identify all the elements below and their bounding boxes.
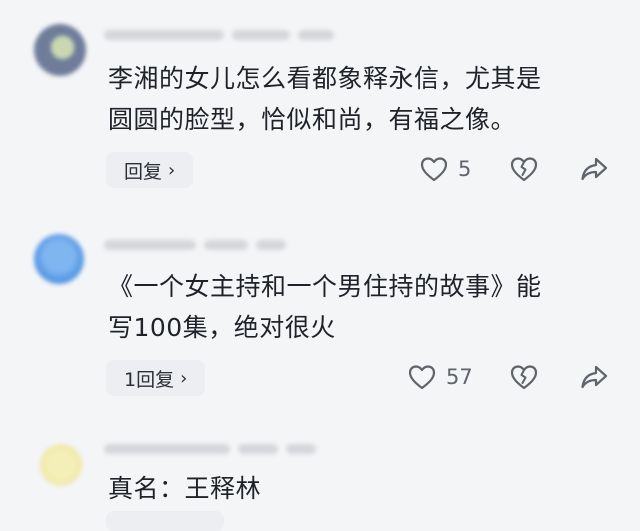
like-button[interactable]: 5	[420, 156, 471, 182]
comment-text-line: 圆圆的脸型，恰似和尚，有福之像。	[108, 105, 517, 134]
comment-meta-blurred	[104, 28, 334, 42]
comment-text-line: 李湘的女儿怎么看都象释永信，尤其是	[108, 64, 542, 93]
reply-label: 回复	[124, 160, 163, 183]
reply-label: 1回复	[124, 368, 175, 391]
avatar[interactable]	[40, 444, 82, 486]
avatar[interactable]	[34, 234, 84, 284]
reply-button-partial[interactable]	[106, 511, 224, 531]
comment-item: 李湘的女儿怎么看都象释永信，尤其是 圆圆的脸型，恰似和尚，有福之像。 回复 › …	[0, 0, 640, 200]
comment-text-line: 《一个女主持和一个男住持的故事》能	[108, 272, 542, 301]
like-count: 57	[446, 365, 473, 389]
avatar[interactable]	[34, 24, 86, 76]
heart-outline-icon	[420, 157, 448, 182]
chevron-right-icon: ›	[180, 367, 188, 389]
reply-button[interactable]: 1回复 ›	[106, 360, 206, 396]
like-count: 5	[458, 157, 472, 181]
comment-text-line: 真名：王释林	[108, 474, 262, 503]
comment-item: 《一个女主持和一个男住持的故事》能 写100集，绝对很火 1回复 › 57	[0, 214, 640, 414]
comment-text: 李湘的女儿怎么看都象释永信，尤其是 圆圆的脸型，恰似和尚，有福之像。	[108, 58, 618, 140]
comment-item: 真名：王释林	[0, 428, 640, 527]
comment-text: 真名：王释林	[108, 468, 618, 509]
like-button[interactable]: 57	[408, 364, 473, 390]
share-button[interactable]	[580, 156, 608, 182]
comment-meta-blurred	[104, 442, 316, 456]
share-arrow-icon	[581, 157, 608, 181]
chevron-right-icon: ›	[168, 159, 176, 181]
comment-text: 《一个女主持和一个男住持的故事》能 写100集，绝对很火	[108, 266, 618, 348]
dislike-button[interactable]	[510, 156, 538, 182]
reply-button[interactable]: 回复 ›	[106, 152, 194, 188]
heart-outline-icon	[408, 365, 436, 390]
dislike-button[interactable]	[510, 364, 538, 390]
comment-text-line: 写100集，绝对很火	[108, 313, 336, 342]
share-arrow-icon	[581, 365, 608, 389]
broken-heart-icon	[510, 157, 538, 182]
comment-meta-blurred	[104, 238, 286, 252]
share-button[interactable]	[580, 364, 608, 390]
broken-heart-icon	[510, 365, 538, 390]
